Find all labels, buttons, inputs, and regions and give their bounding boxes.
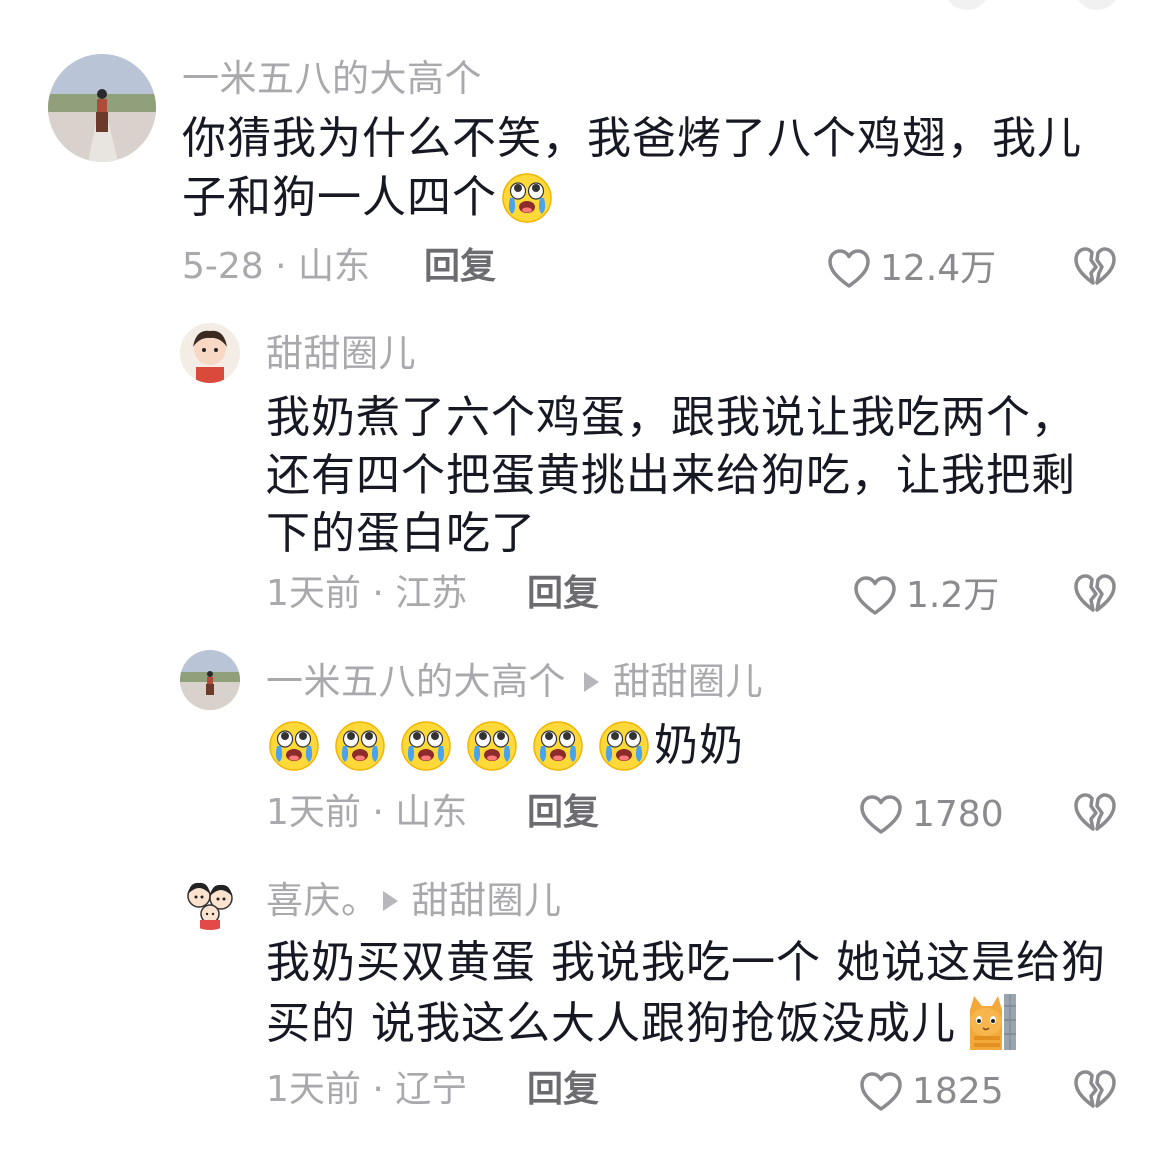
heart-outline-icon [850, 572, 900, 620]
comment-username[interactable]: 一米五八的大高个 [182, 57, 482, 101]
reply-button[interactable]: 回复 [424, 245, 496, 289]
broken-heart-icon[interactable] [1070, 243, 1120, 291]
reply-arrow-icon [382, 890, 398, 911]
crying-emoji [332, 716, 388, 772]
like-count: 1825 [912, 1071, 1004, 1112]
crying-emoji [530, 716, 586, 772]
crying-emoji [464, 716, 520, 772]
like-button[interactable]: 1780 [856, 791, 1004, 839]
comment-text-line: 下的蛋白吃了 [266, 508, 536, 559]
cat-peeking-sticker [970, 994, 1016, 1050]
comment-text-line: 我奶煮了六个鸡蛋，跟我说让我吃两个， [266, 392, 1076, 443]
like-count: 1.2万 [906, 575, 1000, 616]
comment-text: 我奶买双黄蛋 我说我吃一个 她说这是给狗 买的 说我这么大人跟狗抢饭没成儿 [266, 934, 1146, 1053]
comment-meta: 1天前 · 江苏 [266, 573, 468, 614]
comment-text-segment: 买的 说我这么大人跟狗抢饭没成儿 [266, 998, 956, 1049]
comment-text-line: 你猜我为什么不笑，我爸烤了八个鸡翅，我儿 [182, 113, 1082, 164]
avatar[interactable] [180, 323, 240, 383]
heart-outline-icon [824, 245, 874, 293]
broken-heart-icon[interactable] [1070, 789, 1120, 837]
crying-emoji [266, 716, 322, 772]
crying-emoji [499, 168, 555, 224]
reply-button[interactable]: 回复 [527, 1068, 599, 1112]
avatar[interactable] [48, 54, 156, 162]
comment-meta: 1天前 · 辽宁 [266, 1069, 468, 1110]
reply-to-username[interactable]: 甜甜圈儿 [613, 660, 763, 703]
comment-text-line: 还有四个把蛋黄挑出来给狗吃，让我把剩 [266, 450, 1076, 501]
broken-heart-icon[interactable] [1070, 1066, 1120, 1114]
comment-username[interactable]: 甜甜圈儿 [266, 332, 416, 376]
like-button[interactable]: 1.2万 [850, 572, 999, 620]
comment-text: 你猜我为什么不笑，我爸烤了八个鸡翅，我儿 子和狗一人四个 [182, 110, 1142, 227]
heart-outline-icon [856, 1068, 906, 1116]
reply-arrow-icon [584, 671, 599, 692]
comment-text: 我奶煮了六个鸡蛋，跟我说让我吃两个， 还有四个把蛋黄挑出来给狗吃，让我把剩 下的… [266, 389, 1126, 563]
reply-button[interactable]: 回复 [527, 572, 599, 616]
heart-outline-icon [856, 791, 906, 839]
crying-emoji [596, 716, 652, 772]
broken-heart-icon[interactable] [1070, 570, 1120, 618]
top-button-left[interactable] [944, 0, 990, 10]
comment-username-line: 喜庆。 甜甜圈儿 [266, 879, 562, 923]
comment-text-line: 我奶买双黄蛋 我说我吃一个 她说这是给狗 [266, 937, 1106, 988]
top-button-right[interactable] [1074, 0, 1120, 10]
comment-text-line: 买的 说我这么大人跟狗抢饭没成儿 [266, 992, 1146, 1053]
crying-emoji [398, 716, 454, 772]
comment-text-line: 子和狗一人四个 [182, 168, 1142, 227]
like-button[interactable]: 12.4万 [824, 245, 996, 293]
avatar[interactable] [180, 650, 240, 710]
reply-button[interactable]: 回复 [527, 791, 599, 835]
reply-to-username[interactable]: 甜甜圈儿 [412, 879, 562, 922]
comment-text-segment: 子和狗一人四个 [182, 172, 497, 223]
comment-meta: 1天前 · 山东 [266, 792, 468, 833]
like-count: 1780 [912, 794, 1004, 835]
comment-text-segment: 奶奶 [654, 720, 744, 771]
avatar[interactable] [180, 870, 240, 930]
like-button[interactable]: 1825 [856, 1068, 1004, 1116]
comment-text: 奶奶 [266, 716, 1126, 775]
like-count: 12.4万 [880, 248, 997, 289]
comment-username[interactable]: 一米五八的大高个 [266, 660, 566, 703]
comment-username[interactable]: 喜庆。 [266, 879, 379, 922]
comment-meta: 5-28 · 山东 [182, 246, 371, 287]
comment-username-line: 一米五八的大高个 甜甜圈儿 [266, 660, 763, 704]
